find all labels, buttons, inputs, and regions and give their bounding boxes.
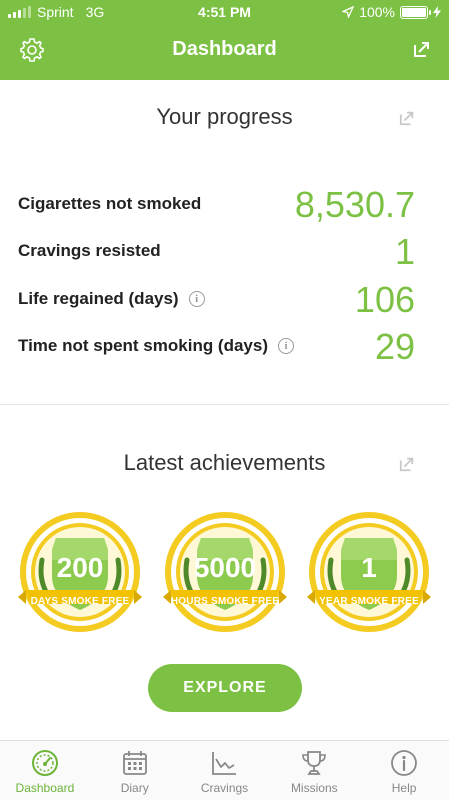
tab-label: Help <box>391 781 417 795</box>
badge-caption: DAYS SMOKE FREE <box>30 596 130 607</box>
stat-row-time-not-smoking: Time not spent smoking (days) i 29 <box>18 326 415 367</box>
speedometer-icon <box>31 750 58 776</box>
info-icon[interactable]: i <box>188 291 205 307</box>
app-header: Sprint 3G 4:51 PM 100% Dashboard <box>0 0 449 80</box>
stat-value: 1 <box>394 231 415 272</box>
tab-label: Dashboard <box>15 781 75 795</box>
charging-icon <box>433 6 441 18</box>
page-title: Dashboard <box>172 38 277 60</box>
stat-row-cigarettes: Cigarettes not smoked 8,530.7 <box>18 184 415 225</box>
achievements-title: Latest achievements <box>123 450 326 475</box>
tab-dashboard[interactable]: Dashboard <box>0 741 90 800</box>
stat-row-cravings: Cravings resisted 1 <box>18 231 415 272</box>
chart-icon <box>212 752 237 775</box>
tab-cravings[interactable]: Cravings <box>180 741 270 800</box>
location-icon <box>342 6 355 18</box>
tab-diary[interactable]: Diary <box>90 741 180 800</box>
tab-help[interactable]: Help <box>359 741 449 800</box>
calendar-icon <box>122 751 147 775</box>
battery-icon <box>400 5 431 19</box>
tab-label: Cravings <box>200 781 249 795</box>
achievement-badge[interactable]: 5000 HOURS SMOKE FREE <box>163 510 287 634</box>
stat-label: Time not spent smoking (days) <box>18 336 269 355</box>
progress-title: Your progress <box>156 104 293 129</box>
progress-export-icon[interactable] <box>399 110 415 126</box>
achievements-export-icon[interactable] <box>399 456 415 472</box>
explore-button[interactable]: EXPLORE <box>148 664 302 712</box>
stat-label: Cravings resisted <box>18 241 161 260</box>
badge-caption: HOURS SMOKE FREE <box>170 596 280 607</box>
badge-value: 200 <box>56 552 104 583</box>
achievement-badge[interactable]: 1 YEAR SMOKE FREE <box>307 510 431 634</box>
tab-label: Diary <box>120 781 149 795</box>
tab-label: Missions <box>290 781 338 795</box>
info-icon[interactable]: i <box>278 338 295 354</box>
info-icon <box>391 750 417 776</box>
stat-value: 8,530.7 <box>294 184 415 225</box>
badge-value: 1 <box>361 552 377 583</box>
badge-value: 5000 <box>193 552 257 583</box>
badge-caption: YEAR SMOKE FREE <box>319 596 419 607</box>
tab-bar: Dashboard Diary Cravings Missions Help <box>0 740 449 800</box>
stat-value: 29 <box>374 326 415 367</box>
export-icon[interactable] <box>413 40 431 58</box>
stat-row-life-regained: Life regained (days) i 106 <box>18 279 415 320</box>
stat-label: Cigarettes not smoked <box>18 194 202 213</box>
section-divider <box>0 404 449 405</box>
stat-value: 106 <box>354 279 415 320</box>
tab-missions[interactable]: Missions <box>269 741 359 800</box>
trophy-icon <box>302 751 327 775</box>
stat-label: Life regained (days) <box>18 289 179 308</box>
battery-label: 100% <box>359 4 395 20</box>
achievement-badge[interactable]: 200 DAYS SMOKE FREE <box>18 510 142 634</box>
status-bar: Sprint 3G 4:51 PM 100% <box>0 0 449 24</box>
